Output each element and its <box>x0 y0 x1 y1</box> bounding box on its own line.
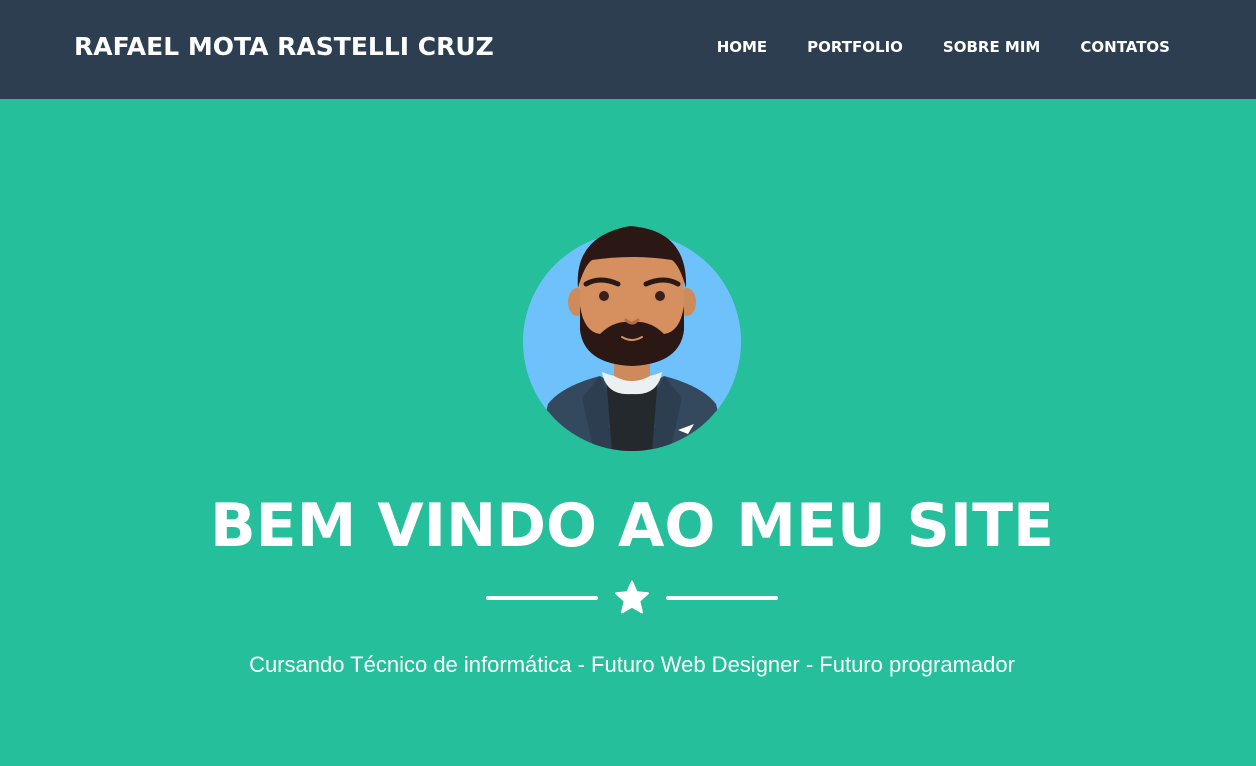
navbar: RAFAEL MOTA RASTELLI CRUZ HOME PORTFOLIO… <box>0 0 1256 99</box>
nav-link-contatos[interactable]: CONTATOS <box>1080 35 1170 59</box>
divider-line-right <box>666 596 778 600</box>
nav-link-home[interactable]: HOME <box>717 35 767 59</box>
site-brand-link[interactable]: RAFAEL MOTA RASTELLI CRUZ <box>74 29 494 65</box>
star-icon <box>614 580 650 616</box>
page-title: BEM VINDO AO MEU SITE <box>209 491 1055 561</box>
nav-link-portfolio[interactable]: PORTFOLIO <box>807 35 903 59</box>
star-divider <box>486 580 778 616</box>
main-nav: HOME PORTFOLIO SOBRE MIM CONTATOS <box>717 35 1170 59</box>
nav-link-sobre-mim[interactable]: SOBRE MIM <box>943 35 1040 59</box>
divider-line-left <box>486 596 598 600</box>
page-subtitle: Cursando Técnico de informática - Futuro… <box>249 652 1015 677</box>
man-avatar-icon <box>522 226 742 452</box>
